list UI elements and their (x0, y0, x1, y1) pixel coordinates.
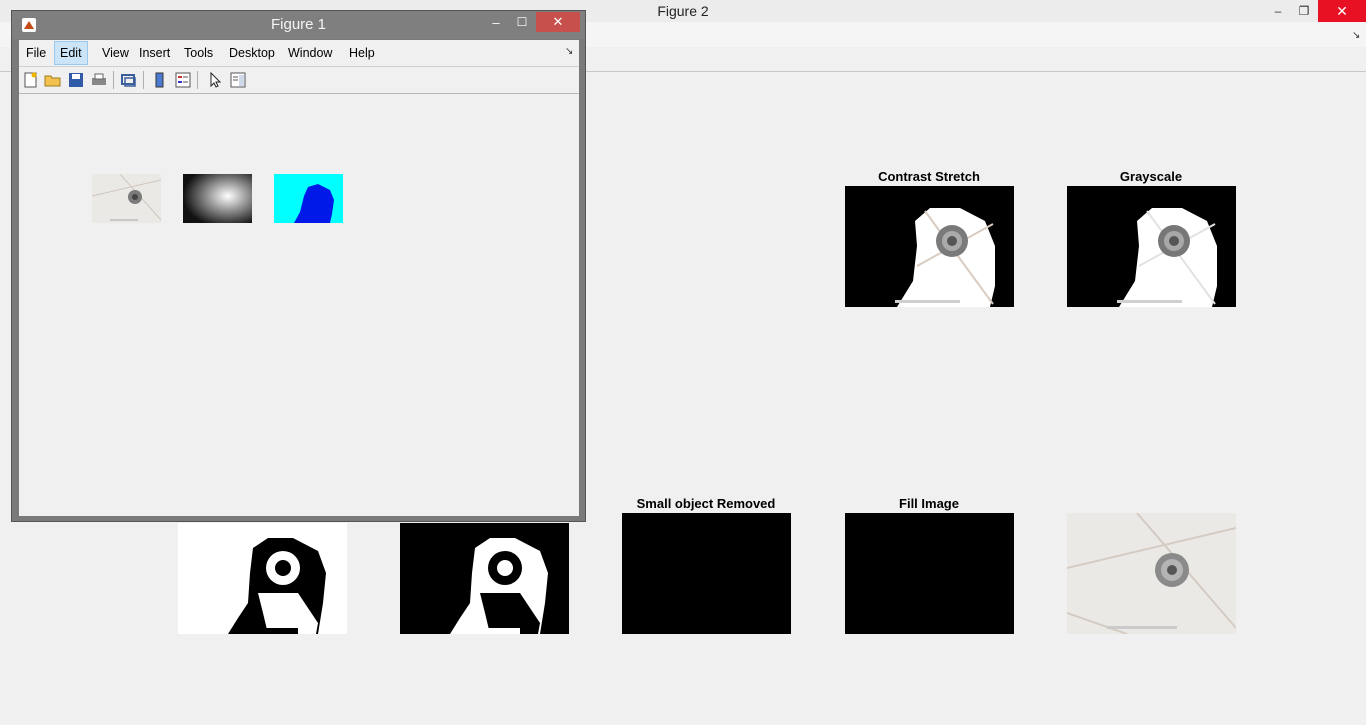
thumbnail-segmentation (274, 174, 343, 223)
contrast-stretch-image (845, 186, 1014, 307)
link-icon[interactable] (120, 71, 138, 89)
dock-arrow-icon[interactable]: ↘ (565, 46, 573, 57)
figure1-menubar: File Edit View Insert Tools Desktop Wind… (19, 40, 579, 67)
save-icon[interactable] (67, 71, 85, 89)
menu-window[interactable]: Window (283, 42, 337, 64)
axes-title-small-object-removed: Small object Removed (636, 496, 776, 511)
menu-help[interactable]: Help (344, 42, 380, 64)
menu-tools[interactable]: Tools (179, 42, 218, 64)
thumbnail-gradient (183, 174, 252, 223)
menu-file[interactable]: File (21, 42, 51, 64)
open-file-icon[interactable] (44, 71, 62, 89)
menu-view[interactable]: View (97, 42, 134, 64)
fill-image (845, 513, 1014, 634)
new-figure-icon[interactable] (22, 71, 40, 89)
axes-title-contrast-stretch: Contrast Stretch (878, 169, 980, 184)
figure2-close-button[interactable]: ✕ (1318, 0, 1366, 22)
inverted-binary-image (400, 523, 569, 634)
print-icon[interactable] (90, 71, 108, 89)
menu-edit[interactable]: Edit (54, 41, 88, 65)
property-editor-icon[interactable] (229, 71, 247, 89)
figure1-maximize-button[interactable]: ☐ (510, 15, 534, 35)
thumbnail-original (92, 174, 161, 223)
toolbar-separator (113, 71, 114, 89)
figure1-minimize-button[interactable]: – (484, 15, 508, 35)
grayscale-image (1067, 186, 1236, 307)
legend-icon[interactable] (174, 71, 192, 89)
figure2-dock-icon[interactable]: ↘ (1352, 30, 1360, 41)
figure1-toolbar (19, 67, 579, 94)
figure1-window: Figure 1 – ☐ ✕ File Edit View Insert Too… (11, 10, 586, 522)
figure1-close-button[interactable]: ✕ (536, 12, 580, 32)
menu-insert[interactable]: Insert (134, 42, 175, 64)
figure1-client-area: File Edit View Insert Tools Desktop Wind… (19, 40, 579, 516)
axes-title-grayscale: Grayscale (1119, 169, 1183, 184)
colorbar-icon[interactable] (151, 71, 169, 89)
small-object-removed-image (622, 513, 791, 634)
original-drain-image (1067, 513, 1236, 634)
binary-image (178, 523, 347, 634)
toolbar-separator (197, 71, 198, 89)
figure2-restore-button[interactable]: ❐ (1290, 0, 1318, 22)
pointer-icon[interactable] (206, 71, 224, 89)
toolbar-separator (143, 71, 144, 89)
axes-title-fill-image: Fill Image (899, 496, 959, 511)
menu-desktop[interactable]: Desktop (224, 42, 280, 64)
figure2-minimize-button[interactable]: – (1264, 0, 1292, 22)
